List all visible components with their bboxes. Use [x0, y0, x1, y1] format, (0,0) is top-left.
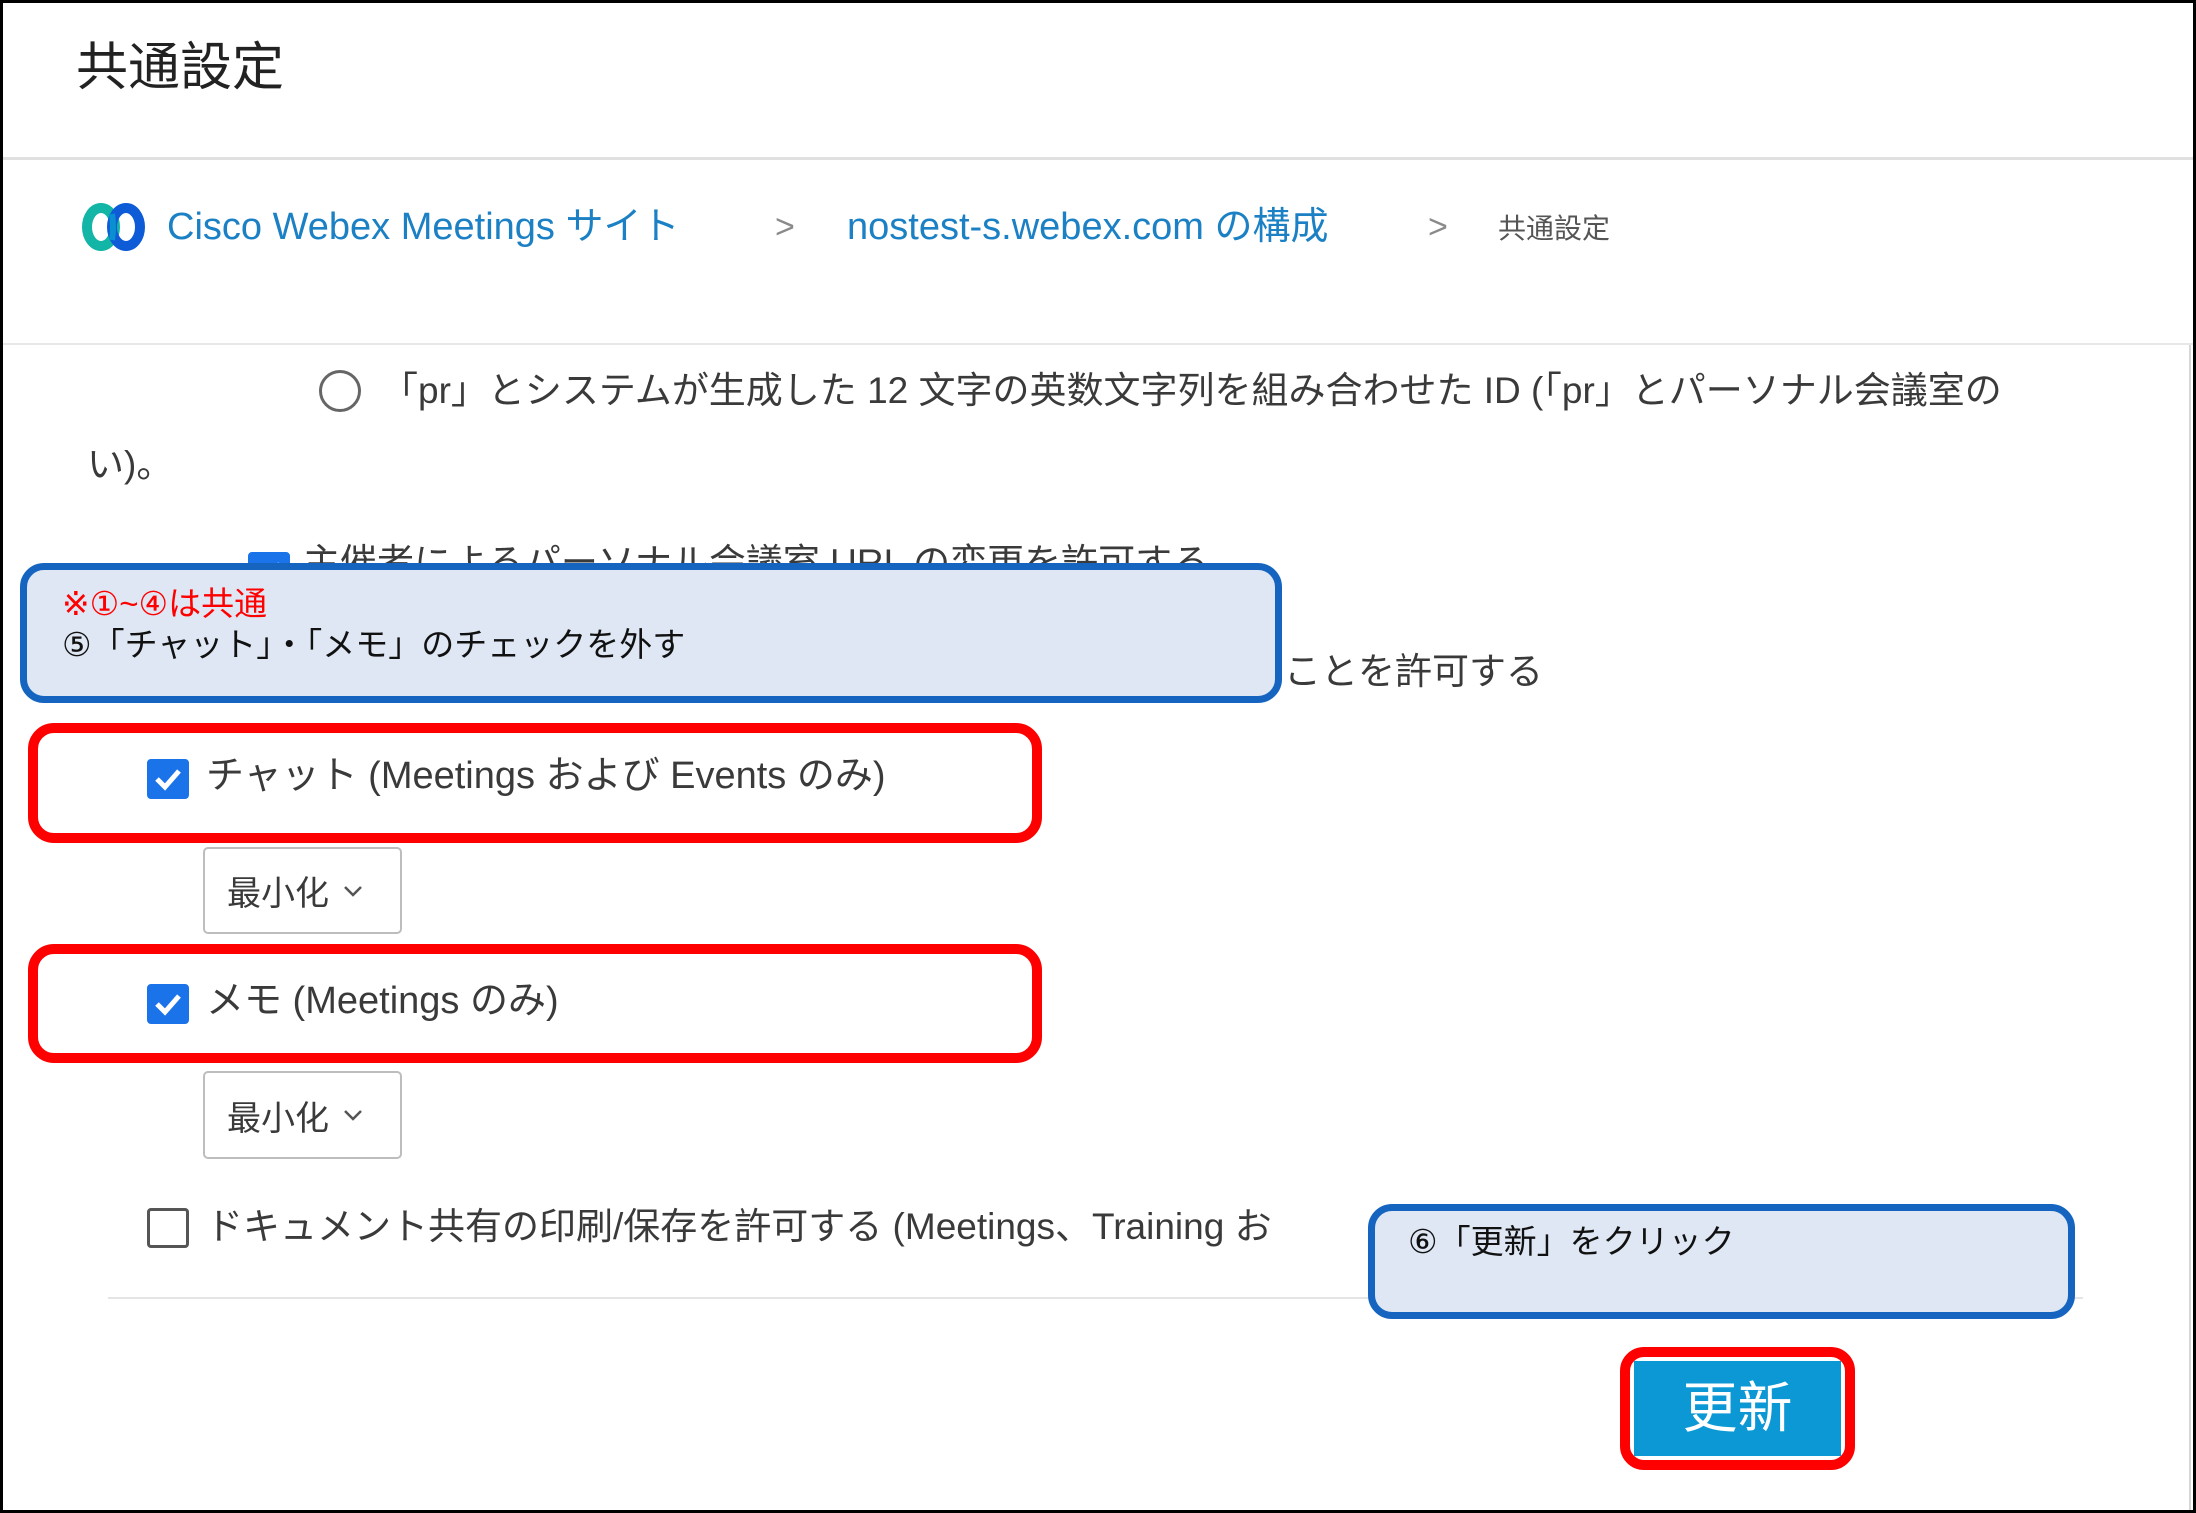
header-divider: [3, 157, 2193, 160]
chevron-down-icon: [344, 1110, 362, 1121]
doc-print-checkbox[interactable]: [147, 1208, 189, 1248]
content-edge: [2189, 345, 2191, 1510]
callout-step5: ※①~④は共通 ⑤「チャット」・「メモ」のチェックを外す: [20, 563, 1282, 703]
pr-id-radio-label-continuation: い)。: [87, 444, 174, 485]
doc-print-label: ドキュメント共有の印刷/保存を許可する (Meetings、Training お: [206, 1206, 1272, 1247]
page-title: 共通設定: [76, 39, 285, 97]
callout-step5-text: ⑤「チャット」・「メモ」のチェックを外す: [62, 626, 686, 663]
settings-page: 共通設定 Cisco Webex Meetings サイト > nostest-…: [0, 0, 2196, 1513]
chat-display-select[interactable]: 最小化: [203, 847, 402, 934]
breadcrumb-separator: >: [775, 208, 795, 246]
breadcrumb-item-config[interactable]: nostest-s.webex.com の構成: [847, 199, 1328, 255]
webex-logo-icon: [80, 200, 148, 253]
breadcrumb-divider: [3, 343, 2193, 345]
notes-display-select-value: 最小化: [227, 1099, 329, 1138]
callout-common-note: ※①~④は共通: [62, 585, 268, 622]
partial-option-label: ことを許可する: [1284, 651, 1543, 692]
callout-step6-text: ⑥「更新」をクリック: [1408, 1223, 1735, 1260]
pr-id-radio-label: 「pr」とシステムが生成した 12 文字の英数文字列を組み合わせた ID (「p…: [381, 370, 2002, 411]
highlight-notes: [28, 944, 1042, 1063]
highlight-chat: [28, 723, 1042, 843]
chevron-down-icon: [344, 885, 362, 897]
breadcrumb-separator: >: [1428, 208, 1448, 246]
notes-display-select[interactable]: 最小化: [203, 1071, 402, 1159]
callout-step6: ⑥「更新」をクリック: [1368, 1204, 2075, 1319]
pr-id-radio[interactable]: [319, 370, 361, 412]
breadcrumb-item-site[interactable]: Cisco Webex Meetings サイト: [167, 199, 679, 255]
pr-id-radio-label-wrap: 「pr」とシステムが生成した 12 文字の英数文字列を組み合わせた ID (「p…: [381, 365, 2187, 417]
breadcrumb-item-current: 共通設定: [1498, 213, 1611, 244]
chat-display-select-value: 最小化: [227, 875, 329, 913]
highlight-update-button: [1620, 1347, 1855, 1470]
